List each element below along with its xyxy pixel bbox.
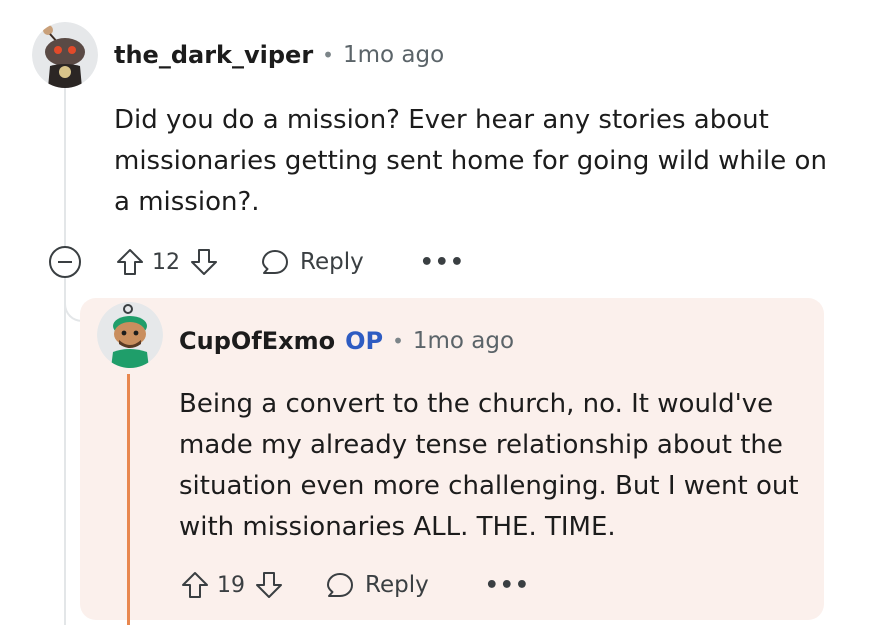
upvote-button[interactable] bbox=[112, 244, 148, 280]
comment-action-row: 12 Reply ••• bbox=[112, 242, 465, 282]
downvote-button[interactable] bbox=[251, 567, 287, 603]
separator-dot: • bbox=[392, 329, 404, 353]
comment-header: the_dark_viper • 1mo ago bbox=[114, 38, 444, 72]
downvote-button[interactable] bbox=[186, 244, 222, 280]
reply-action-row: 19 Reply ••• bbox=[177, 565, 530, 605]
vote-count: 19 bbox=[217, 572, 245, 598]
avatar-the-dark-viper[interactable] bbox=[32, 22, 98, 88]
username[interactable]: the_dark_viper bbox=[114, 41, 313, 69]
reply-body: Being a convert to the church, no. It wo… bbox=[179, 384, 799, 548]
comment-thread: the_dark_viper • 1mo ago Did you do a mi… bbox=[0, 0, 880, 625]
avatar-cupofexmo[interactable] bbox=[97, 302, 163, 368]
op-highlight-bar bbox=[127, 374, 130, 625]
reply-button[interactable]: Reply bbox=[260, 247, 364, 277]
upvote-button[interactable] bbox=[177, 567, 213, 603]
speech-bubble-icon bbox=[327, 573, 353, 597]
downvote-arrow-icon bbox=[191, 249, 217, 275]
op-badge: OP bbox=[345, 327, 384, 355]
more-options-button[interactable]: ••• bbox=[420, 250, 465, 275]
collapse-thread-button[interactable] bbox=[49, 246, 81, 278]
thread-line-lower[interactable] bbox=[64, 278, 66, 625]
reply-label: Reply bbox=[300, 249, 364, 275]
collapse-minus-icon bbox=[58, 261, 72, 263]
speech-bubble-icon bbox=[262, 250, 288, 274]
thread-line[interactable] bbox=[64, 88, 66, 248]
comment-text: Did you do a mission? Ever hear any stor… bbox=[114, 105, 827, 217]
reply-button[interactable]: Reply bbox=[325, 570, 429, 600]
username[interactable]: CupOfExmo bbox=[179, 327, 335, 355]
comment-body: Did you do a mission? Ever hear any stor… bbox=[114, 100, 834, 223]
timestamp[interactable]: 1mo ago bbox=[343, 42, 444, 68]
upvote-arrow-icon bbox=[182, 572, 208, 598]
downvote-arrow-icon bbox=[256, 572, 282, 598]
snoo-avatar-icon bbox=[32, 22, 98, 88]
reply-header: CupOfExmo OP • 1mo ago bbox=[179, 324, 514, 358]
separator-dot: • bbox=[322, 43, 334, 67]
reply-label: Reply bbox=[365, 572, 429, 598]
reply-text: Being a convert to the church, no. It wo… bbox=[179, 389, 799, 542]
more-options-button[interactable]: ••• bbox=[485, 573, 530, 598]
upvote-arrow-icon bbox=[117, 249, 143, 275]
vote-count: 12 bbox=[152, 249, 180, 275]
timestamp[interactable]: 1mo ago bbox=[413, 328, 514, 354]
snoo-avatar-icon bbox=[97, 302, 163, 368]
